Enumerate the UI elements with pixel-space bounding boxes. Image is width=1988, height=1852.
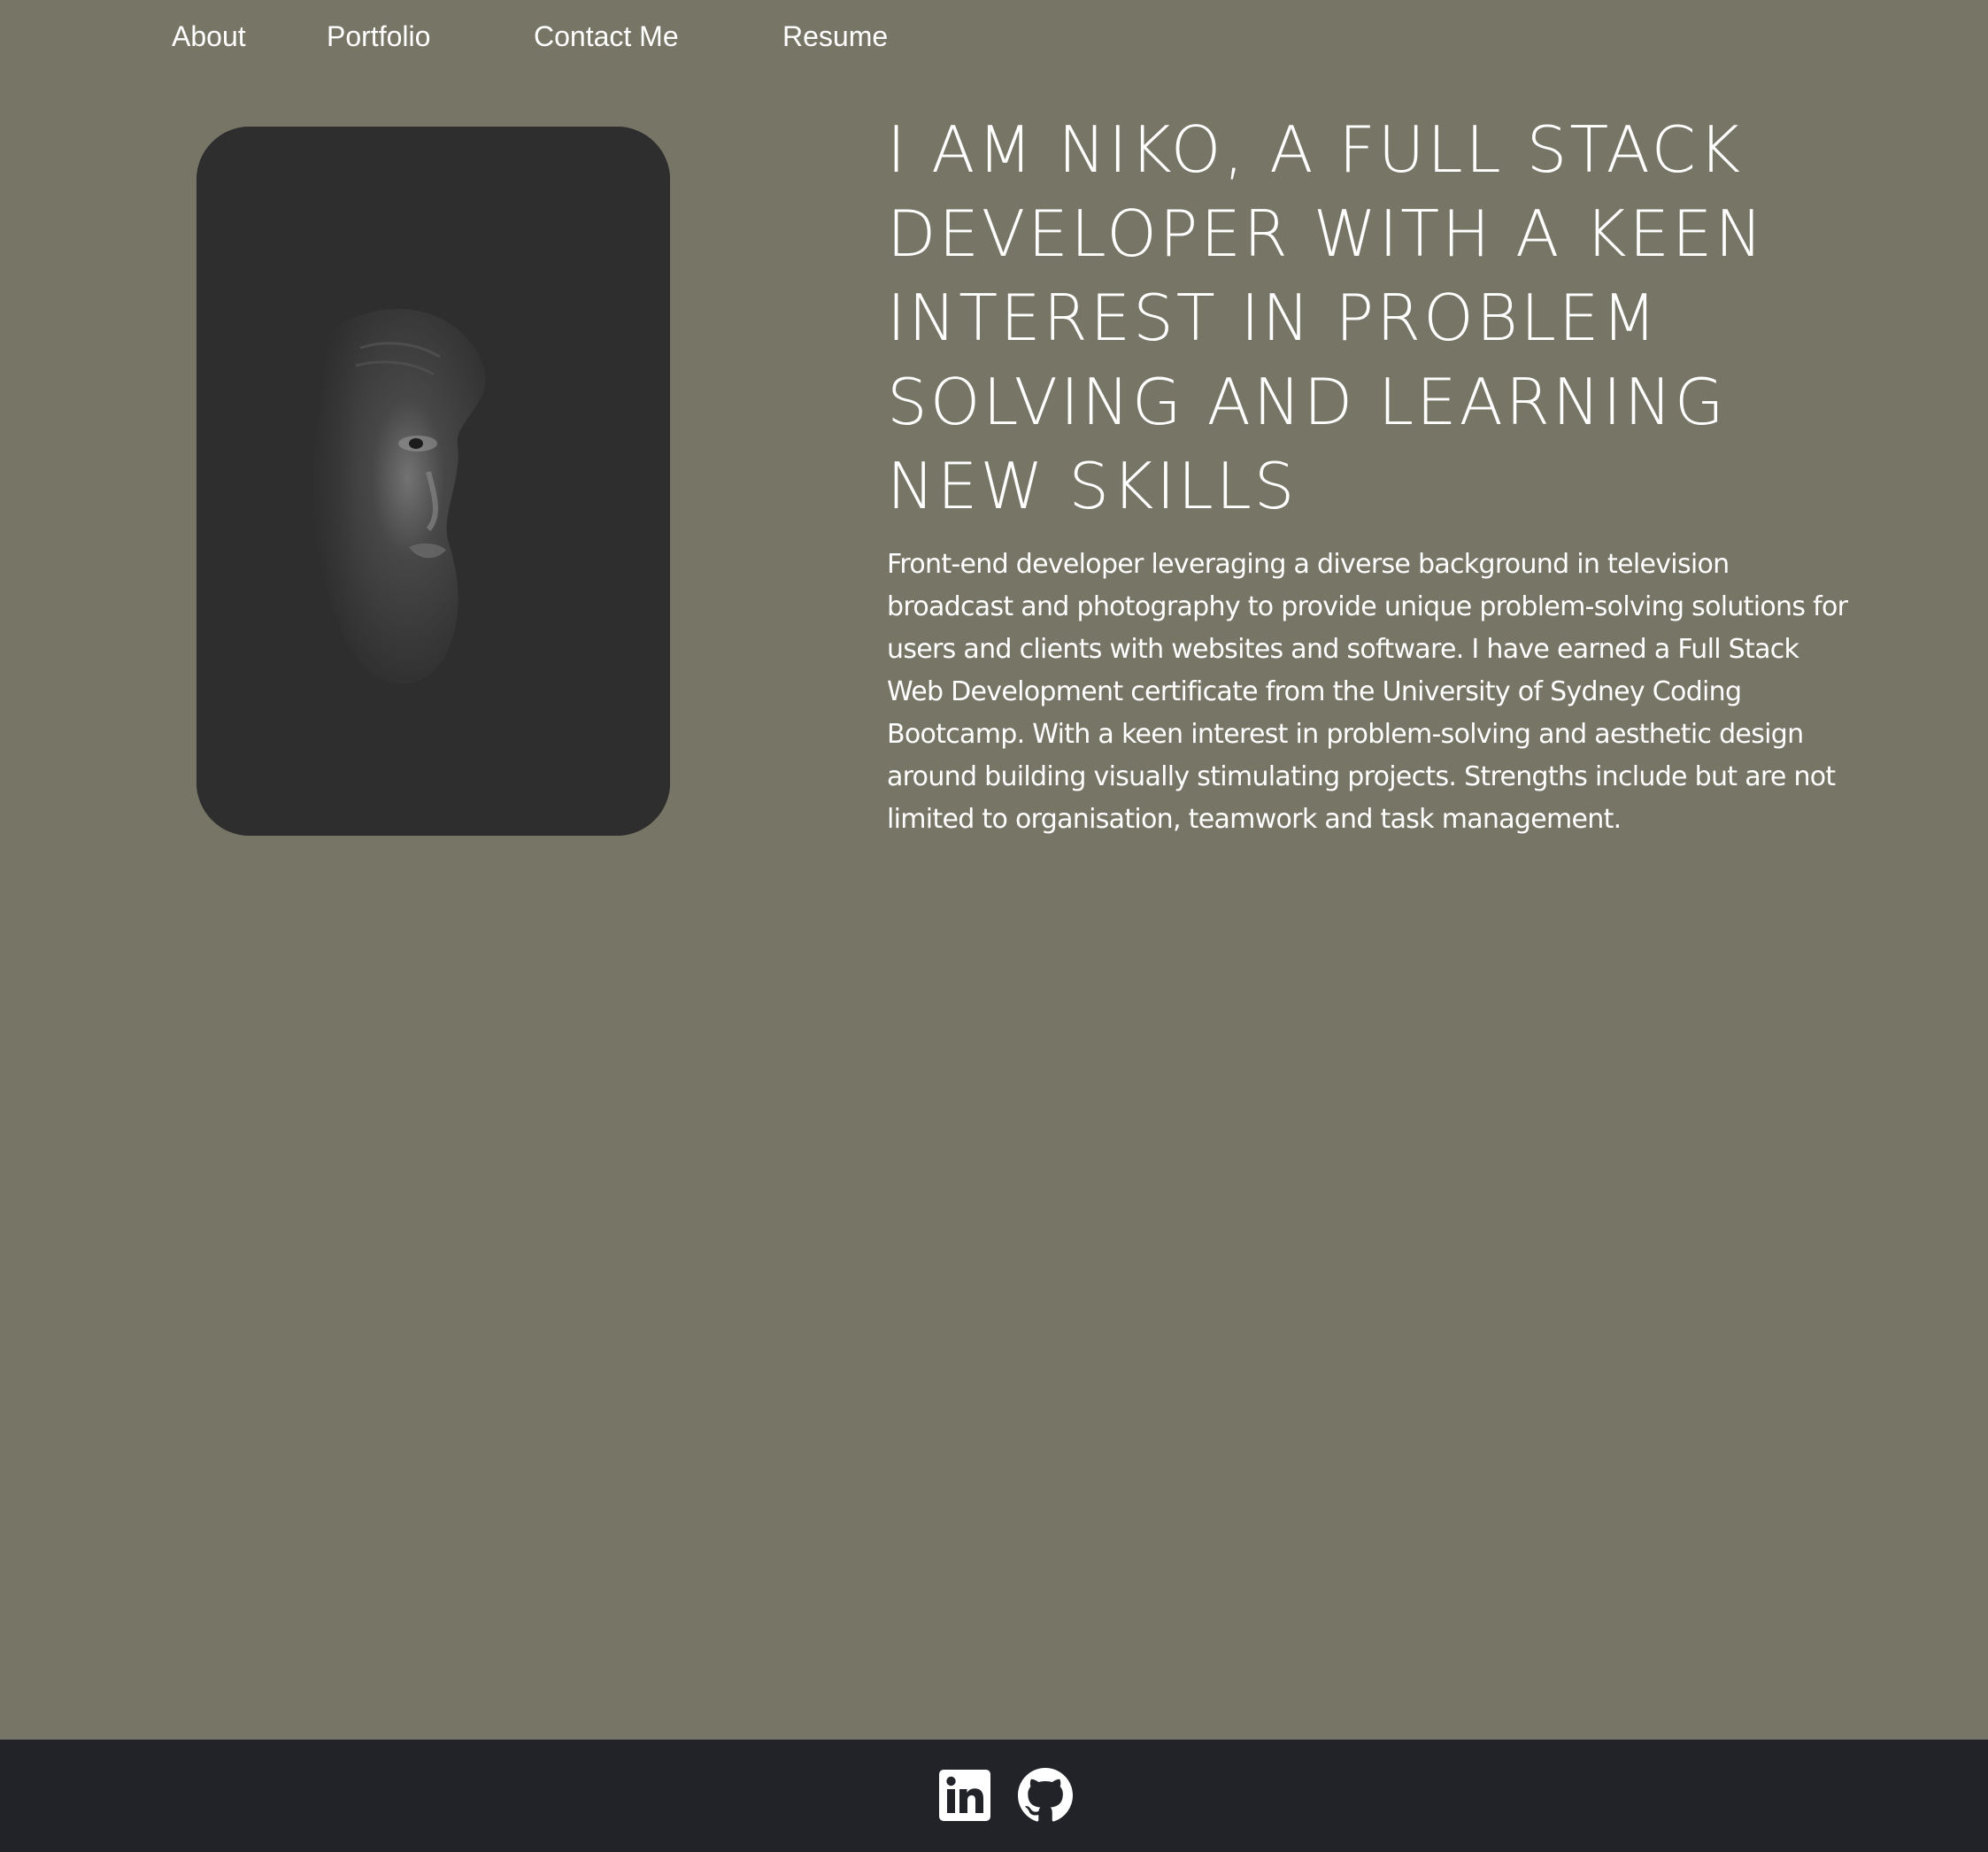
- hero-bio: Front-end developer leveraging a diverse…: [887, 549, 1848, 835]
- portrait-image: [196, 127, 670, 836]
- nav-contact-link[interactable]: Contact Me: [534, 18, 679, 55]
- hero-headline: I am Niko, a Full Stack Developer with a…: [887, 112, 1766, 523]
- nav-resume-link[interactable]: Resume: [782, 18, 888, 55]
- nav-portfolio-link[interactable]: Portfolio: [327, 18, 430, 55]
- linkedin-icon[interactable]: [937, 1768, 992, 1823]
- github-icon[interactable]: [1018, 1768, 1073, 1823]
- footer: [0, 1740, 1988, 1852]
- profile-portrait: [196, 127, 670, 836]
- main-nav: About Portfolio Contact Me Resume: [0, 0, 1988, 73]
- nav-about-link[interactable]: About: [172, 18, 246, 55]
